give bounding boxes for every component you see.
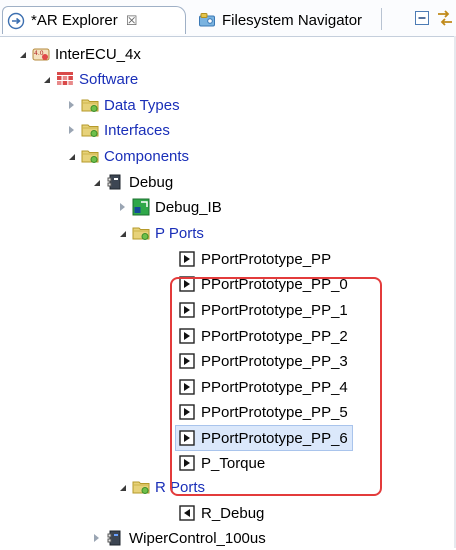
tree-item-debug[interactable]: Debug — [94, 170, 173, 194]
expand-arrow-icon[interactable] — [94, 180, 100, 186]
autosar-project-icon: 4.0 — [32, 48, 50, 61]
view-tab-bar: *AR Explorer ☒ Filesystem Navigator — [0, 0, 456, 37]
p-port-icon — [179, 251, 195, 267]
ar-explorer-icon — [7, 12, 25, 29]
tree-item-label: InterECU_4x — [55, 45, 141, 63]
tree-item-wiper-control[interactable]: WiperControl_100us — [94, 526, 266, 550]
tab-filesystem-navigator[interactable]: Filesystem Navigator — [192, 6, 378, 34]
tab-separator — [381, 8, 382, 30]
internal-behavior-icon — [132, 198, 150, 216]
tree-item-label: Interfaces — [104, 121, 170, 139]
close-icon[interactable]: ☒ — [126, 13, 138, 29]
tree-item-label: Debug_IB — [155, 198, 222, 216]
expand-arrow-icon[interactable] — [69, 126, 74, 134]
folder-icon — [132, 481, 150, 494]
project-tree: 4.0 InterECU_4x Software Data Types Inte… — [0, 36, 456, 548]
component-icon — [107, 174, 121, 190]
tree-item-label: Data Types — [104, 96, 180, 114]
tree-item-p-port[interactable]: PPortPrototype_PP — [178, 247, 331, 271]
expand-arrow-icon[interactable] — [94, 534, 99, 542]
expand-arrow-icon[interactable] — [120, 203, 125, 211]
tree-item-r-debug[interactable]: R_Debug — [178, 501, 264, 525]
tab-ar-explorer[interactable]: *AR Explorer ☒ — [2, 6, 186, 34]
tree-item-label: PPortPrototype_PP — [201, 250, 332, 268]
tree-item-root[interactable]: 4.0 InterECU_4x — [20, 42, 141, 66]
link-with-editor-icon[interactable] — [436, 9, 454, 27]
tree-item-software[interactable]: Software — [44, 67, 138, 91]
tree-item-label: P Ports — [155, 224, 204, 242]
folder-icon — [81, 150, 99, 163]
tab-label: Filesystem Navigator — [222, 11, 363, 29]
tree-item-label: WiperControl_100us — [129, 529, 266, 547]
tree-item-label: R_Debug — [201, 504, 265, 522]
expand-arrow-icon[interactable] — [44, 77, 50, 83]
tree-item-label: Components — [104, 147, 190, 165]
r-port-icon — [179, 505, 195, 521]
expand-arrow-icon[interactable] — [69, 154, 75, 160]
collapse-all-icon[interactable] — [413, 9, 431, 27]
filesystem-navigator-icon — [199, 13, 215, 27]
folder-icon — [81, 124, 99, 137]
folder-icon — [81, 99, 99, 112]
tree-item-components[interactable]: Components — [69, 144, 189, 168]
highlight-annotation — [170, 277, 382, 496]
component-icon — [107, 530, 121, 546]
expand-arrow-icon[interactable] — [20, 52, 26, 58]
tab-label: *AR Explorer — [31, 12, 118, 29]
tree-item-p-ports[interactable]: P Ports — [120, 221, 204, 245]
tree-item-data-types[interactable]: Data Types — [69, 93, 180, 117]
tree-item-interfaces[interactable]: Interfaces — [69, 118, 170, 142]
expand-arrow-icon[interactable] — [69, 101, 74, 109]
software-package-icon — [57, 72, 73, 85]
expand-arrow-icon[interactable] — [120, 485, 126, 491]
tree-item-debug-ib[interactable]: Debug_IB — [120, 195, 222, 219]
expand-arrow-icon[interactable] — [120, 231, 126, 237]
folder-icon — [132, 227, 150, 240]
tree-item-label: Debug — [129, 173, 174, 191]
tree-item-label: Software — [79, 70, 139, 88]
